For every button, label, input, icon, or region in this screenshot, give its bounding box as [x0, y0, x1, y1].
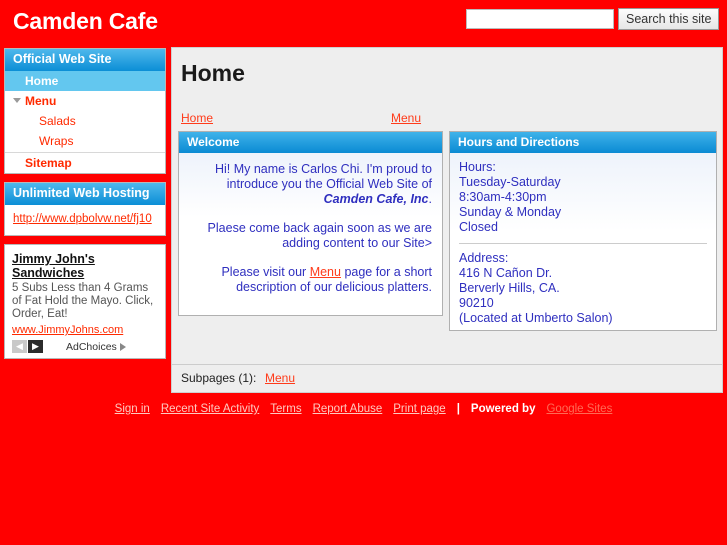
- hours-line: Hours:: [459, 160, 496, 174]
- sidebar-hosting-body: http://www.dpbolvw.net/fj10: [5, 205, 165, 235]
- sidebar-ad-footer: ◀ ▶ AdChoices: [12, 339, 158, 354]
- sidebar-nav-title: Official Web Site: [5, 49, 165, 71]
- sidebar-hosting-link[interactable]: http://www.dpbolvw.net/fj10: [13, 213, 157, 225]
- subpages-link[interactable]: Menu: [265, 371, 295, 385]
- site-title: Camden Cafe: [13, 8, 158, 34]
- welcome-panel: Welcome Hi! My name is Carlos Chi. I'm p…: [178, 131, 443, 316]
- hours-panel-body: Hours: Tuesday-Saturday 8:30am-4:30pm Su…: [450, 153, 716, 326]
- page-title: Home: [181, 60, 245, 86]
- sidebar-hosting-title: Unlimited Web Hosting: [5, 183, 165, 205]
- welcome-menu-link[interactable]: Menu: [310, 265, 341, 279]
- hours-line: Closed: [459, 220, 498, 234]
- hours-panel-divider: [459, 243, 707, 244]
- search-input[interactable]: [466, 9, 614, 29]
- sidebar-item-wraps[interactable]: Wraps: [5, 131, 165, 151]
- sidebar-item-sitemap-link[interactable]: Sitemap: [25, 156, 72, 170]
- sidebar-item-wraps-link[interactable]: Wraps: [39, 134, 73, 148]
- breadcrumb-menu[interactable]: Menu: [391, 111, 421, 125]
- welcome-panel-body: Hi! My name is Carlos Chi. I'm proud to …: [179, 153, 442, 295]
- sidebar-item-sitemap[interactable]: Sitemap: [5, 153, 165, 173]
- welcome-p1-text-b: .: [428, 192, 432, 206]
- address-line: 416 N Cañon Dr.: [459, 266, 553, 280]
- hours-panel: Hours and Directions Hours: Tuesday-Satu…: [449, 131, 717, 331]
- hours-panel-title: Hours and Directions: [450, 132, 716, 153]
- sidebar-ad-text: 5 Subs Less than 4 Grams of Fat Hold the…: [12, 282, 154, 320]
- footer-link-report-abuse[interactable]: Report Abuse: [313, 403, 383, 415]
- subpages-label: Subpages (1):: [181, 371, 257, 385]
- footer-link-terms[interactable]: Terms: [270, 403, 301, 415]
- sidebar-nav-body: Home Menu Salads Wraps Sitemap: [5, 71, 165, 173]
- hours-line: Sunday & Monday: [459, 205, 562, 219]
- sidebar-item-home[interactable]: Home: [5, 71, 165, 91]
- welcome-brand: Camden Cafe, Inc: [323, 192, 429, 206]
- site-footer: Sign in Recent Site Activity Terms Repor…: [0, 399, 727, 419]
- sidebar-nav-list: Home Menu Salads Wraps Sitemap: [5, 71, 165, 173]
- chevron-right-icon[interactable]: ▶: [28, 340, 43, 353]
- adchoices-triangle-icon: [119, 342, 126, 351]
- chevron-left-icon[interactable]: ◀: [12, 340, 27, 353]
- site-header: Camden Cafe Search this site: [0, 0, 727, 44]
- main-content: Home Home Menu Welcome Hi! My name is Ca…: [171, 47, 723, 393]
- breadcrumb-home[interactable]: Home: [181, 111, 213, 125]
- address-line: (Located at Umberto Salon): [459, 311, 613, 325]
- sidebar-item-menu[interactable]: Menu: [5, 91, 165, 111]
- welcome-panel-title: Welcome: [179, 132, 442, 153]
- address-line: Berverly Hills, CA.: [459, 281, 560, 295]
- breadcrumb: Home Menu: [181, 111, 441, 129]
- address-line: 90210: [459, 296, 494, 310]
- welcome-paragraph-3: Please visit our Menu page for a short d…: [189, 265, 432, 295]
- sidebar-ad-block: Jimmy John's Sandwiches 5 Subs Less than…: [4, 244, 166, 359]
- sidebar-item-salads[interactable]: Salads: [5, 111, 165, 131]
- sidebar-ad-body: Jimmy John's Sandwiches 5 Subs Less than…: [5, 245, 165, 358]
- sidebar-item-salads-link[interactable]: Salads: [39, 114, 76, 128]
- footer-google-sites-link[interactable]: Google Sites: [546, 403, 612, 415]
- sidebar-ad-title[interactable]: Jimmy John's Sandwiches: [12, 252, 158, 280]
- search-button[interactable]: Search this site: [618, 8, 720, 30]
- sidebar: Official Web Site Home Menu Salads Wraps: [4, 48, 166, 367]
- welcome-paragraph-1: Hi! My name is Carlos Chi. I'm proud to …: [189, 162, 432, 207]
- adchoices-label[interactable]: AdChoices: [66, 341, 126, 353]
- sidebar-item-home-link[interactable]: Home: [25, 74, 58, 88]
- footer-link-print-page[interactable]: Print page: [393, 403, 445, 415]
- subpages-row: Subpages (1): Menu: [172, 364, 722, 392]
- welcome-p1-text-a: Hi! My name is Carlos Chi. I'm proud to …: [214, 162, 432, 191]
- address-line: Address:: [459, 251, 509, 265]
- footer-powered-by: Powered by: [470, 403, 536, 415]
- footer-divider: |: [456, 403, 460, 415]
- page-canvas: Official Web Site Home Menu Salads Wraps: [0, 44, 727, 545]
- sidebar-ad-url[interactable]: www.JimmyJohns.com: [12, 324, 123, 336]
- chevron-down-icon[interactable]: [13, 98, 21, 104]
- footer-link-sign-in[interactable]: Sign in: [115, 403, 150, 415]
- hours-line: 8:30am-4:30pm: [459, 190, 547, 204]
- sidebar-hosting-gadget: Unlimited Web Hosting http://www.dpbolvw…: [4, 182, 166, 236]
- welcome-paragraph-2: Plaese come back again soon as we are ad…: [207, 221, 432, 250]
- adchoices-text: AdChoices: [66, 340, 117, 353]
- sidebar-nav-gadget: Official Web Site Home Menu Salads Wraps: [4, 48, 166, 174]
- sidebar-item-menu-link[interactable]: Menu: [25, 94, 56, 108]
- hours-line: Tuesday-Saturday: [459, 175, 561, 189]
- welcome-p3-text-a: Please visit our: [221, 265, 310, 279]
- footer-link-recent-site-activity[interactable]: Recent Site Activity: [161, 403, 259, 415]
